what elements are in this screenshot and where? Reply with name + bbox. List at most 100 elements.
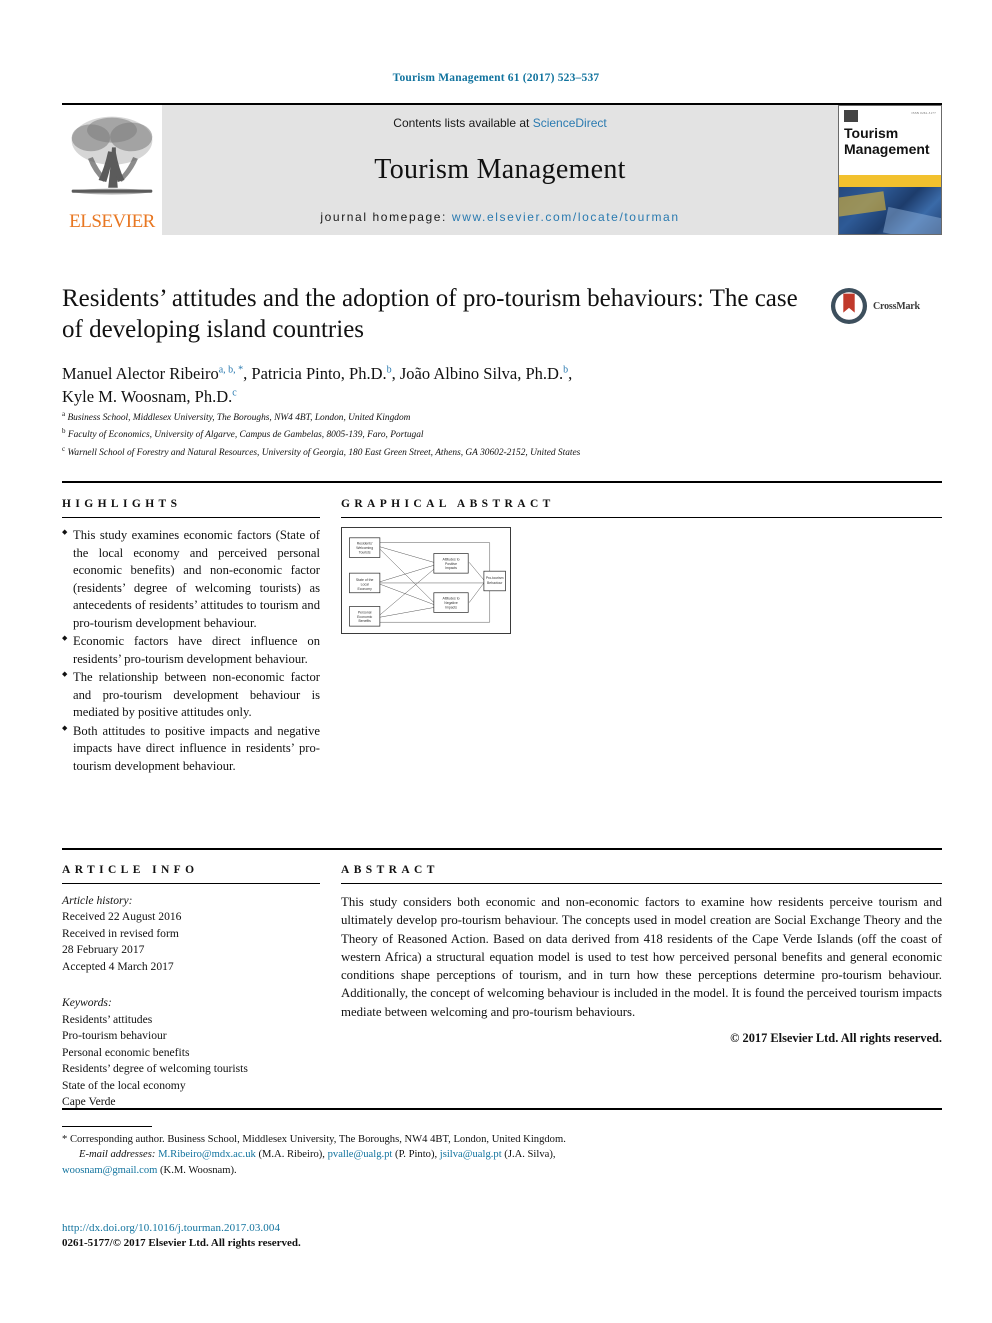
article-history: Article history: Received 22 August 2016… [62, 893, 320, 975]
email-link[interactable]: jsilva@ualg.pt [440, 1149, 502, 1160]
divider-above-highlights [62, 481, 942, 483]
sciencedirect-link[interactable]: ScienceDirect [533, 116, 607, 130]
doi-link[interactable]: http://dx.doi.org/10.1016/j.tourman.2017… [62, 1222, 622, 1234]
graphical-abstract-heading: GRAPHICAL ABSTRACT [341, 498, 555, 510]
author-affil-marks: c [232, 387, 237, 399]
abstract-text: This study considers both economic and n… [341, 895, 942, 1019]
affiliation-text: Faculty of Economics, University of Alga… [67, 430, 424, 441]
journal-homepage-link[interactable]: www.elsevier.com/locate/tourman [452, 210, 680, 224]
article-info-section: ARTICLE INFO Article history: Received 2… [62, 864, 320, 1110]
affiliation-mark: a [62, 410, 66, 418]
svg-text:Welcoming: Welcoming [356, 546, 373, 550]
crossmark-label: CrossMark [873, 300, 920, 312]
svg-text:Tourists: Tourists [359, 551, 371, 555]
graphical-abstract-rule [341, 517, 942, 518]
cover-issn-caption: ISSN 0261-5177 [911, 111, 936, 115]
author-2: João Albino Silva, Ph.D.b [400, 364, 568, 383]
affiliation-mark: b [62, 427, 66, 436]
elsevier-wordmark: ELSEVIER [69, 211, 155, 232]
author-3: Kyle M. Woosnam, Ph.D.c [62, 387, 237, 406]
svg-text:Attitudes to: Attitudes to [442, 557, 459, 561]
svg-text:Attitudes to: Attitudes to [442, 597, 459, 601]
author-name: Patricia Pinto, Ph.D. [251, 363, 387, 383]
email-label: E-mail addresses: [79, 1149, 156, 1161]
graphical-abstract-figure: Residents' Welcoming Tourists State of the… [341, 527, 511, 634]
email-link[interactable]: pvalle@ualg.pt [328, 1149, 393, 1160]
keyword-item: Residents’ degree of welcoming tourists [62, 1062, 248, 1076]
author-sep-2: , [568, 363, 573, 383]
keyword-item: Pro-tourism behaviour [62, 1029, 167, 1043]
cover-top: ISSN 0261-5177 Tourism Management [839, 106, 941, 176]
svg-text:State of the: State of the [356, 578, 374, 582]
cover-title: Tourism Management [844, 125, 936, 157]
author-name: João Albino Silva, Ph.D. [399, 363, 564, 383]
homepage-prefix: journal homepage: [320, 210, 452, 224]
title-block: Residents’ attitudes and the adoption of… [62, 283, 822, 409]
issn-copyright-line: 0261-5177/© 2017 Elsevier Ltd. All right… [62, 1237, 301, 1249]
contents-prefix: Contents lists available at [393, 116, 533, 130]
email-owner: (K.M. Woosnam). [160, 1164, 237, 1176]
list-item: Economic factors have direct influence o… [62, 633, 320, 668]
email-owner: (J.A. Silva), [504, 1149, 556, 1161]
list-item: This study examines economic factors (St… [62, 527, 320, 632]
cover-title-line1: Tourism [844, 125, 899, 141]
list-item: Both attitudes to positive impacts and n… [62, 723, 320, 776]
cover-title-line2: Management [844, 140, 930, 157]
author-1: Patricia Pinto, Ph.D.b [251, 364, 391, 383]
cover-elsevier-icon [844, 110, 858, 122]
email-addresses-note: E-mail addresses: M.Ribeiro@mdx.ac.uk (M… [62, 1147, 622, 1178]
email-owner: (P. Pinto), [395, 1149, 438, 1161]
affiliation-row: b Faculty of Economics, University of Al… [62, 426, 932, 443]
divider-above-footnotes [62, 1108, 942, 1110]
svg-text:Economic: Economic [357, 615, 372, 619]
page-title: Residents’ attitudes and the adoption of… [62, 285, 798, 344]
history-line: Received 22 August 2016 [62, 910, 182, 924]
article-history-label: Article history: [62, 894, 133, 907]
abstract-section: ABSTRACT This study considers both econo… [341, 864, 942, 1046]
highlights-list: This study examines economic factors (St… [62, 527, 320, 775]
svg-text:Residents': Residents' [357, 542, 373, 546]
article-info-heading: ARTICLE INFO [62, 864, 199, 876]
cover-yellow-band [839, 175, 941, 187]
highlights-heading: HIGHLIGHTS [62, 498, 182, 510]
crossmark-badge[interactable]: CrossMark [830, 285, 942, 327]
affiliation-mark: c [62, 444, 66, 453]
contents-available-line: Contents lists available at ScienceDirec… [393, 116, 606, 130]
svg-text:Impacts: Impacts [445, 605, 457, 609]
author-sep-1: , [391, 363, 400, 383]
svg-text:Behaviour: Behaviour [487, 581, 503, 585]
graphical-abstract-section: GRAPHICAL ABSTRACT Residents' Welcoming … [341, 498, 942, 634]
author-name: Kyle M. Woosnam, Ph.D. [62, 387, 233, 407]
history-line: Received in revised form [62, 926, 179, 940]
affiliation-text: Business School, Middlesex University, T… [67, 413, 411, 424]
author-affil-marks: a, b, * [218, 364, 244, 375]
keyword-item: State of the local economy [62, 1078, 186, 1092]
crossmark-icon [830, 287, 868, 325]
svg-text:Impacts: Impacts [445, 566, 457, 570]
footnote-rule [62, 1126, 152, 1127]
history-line: 28 February 2017 [62, 943, 145, 957]
cover-photo-collage [839, 186, 941, 234]
svg-text:Economy: Economy [358, 587, 373, 591]
journal-title: Tourism Management [374, 154, 626, 185]
divider-above-article-info [62, 848, 942, 850]
highlights-section: HIGHLIGHTS This study examines economic … [62, 498, 320, 776]
abstract-heading: ABSTRACT [341, 864, 439, 876]
author-0: Manuel Alector Ribeiroa, b, * [62, 364, 243, 383]
email-link[interactable]: woosnam@gmail.com [62, 1165, 157, 1176]
keyword-item: Residents’ attitudes [62, 1012, 153, 1026]
affiliation-row: c Warnell School of Forestry and Natural… [62, 444, 932, 461]
abstract-copyright: © 2017 Elsevier Ltd. All rights reserved… [730, 1031, 942, 1046]
author-list: Manuel Alector Ribeiroa, b, *, Patricia … [62, 362, 822, 410]
history-line: Accepted 4 March 2017 [62, 959, 174, 973]
keyword-item: Personal economic benefits [62, 1045, 190, 1059]
journal-article-first-page: Tourism Management 61 (2017) 523–537 ELS… [0, 0, 992, 1323]
svg-text:Positive: Positive [445, 562, 457, 566]
highlights-rule [62, 517, 320, 518]
svg-text:Negative: Negative [444, 601, 458, 605]
corresponding-author-note: * Corresponding author. Business School,… [62, 1134, 566, 1145]
list-item: The relationship between non-economic fa… [62, 669, 320, 722]
keywords-block: Keywords: Residents’ attitudes Pro-touri… [62, 995, 320, 1110]
email-link[interactable]: M.Ribeiro@mdx.ac.uk [158, 1149, 256, 1160]
keywords-label: Keywords: [62, 996, 112, 1010]
